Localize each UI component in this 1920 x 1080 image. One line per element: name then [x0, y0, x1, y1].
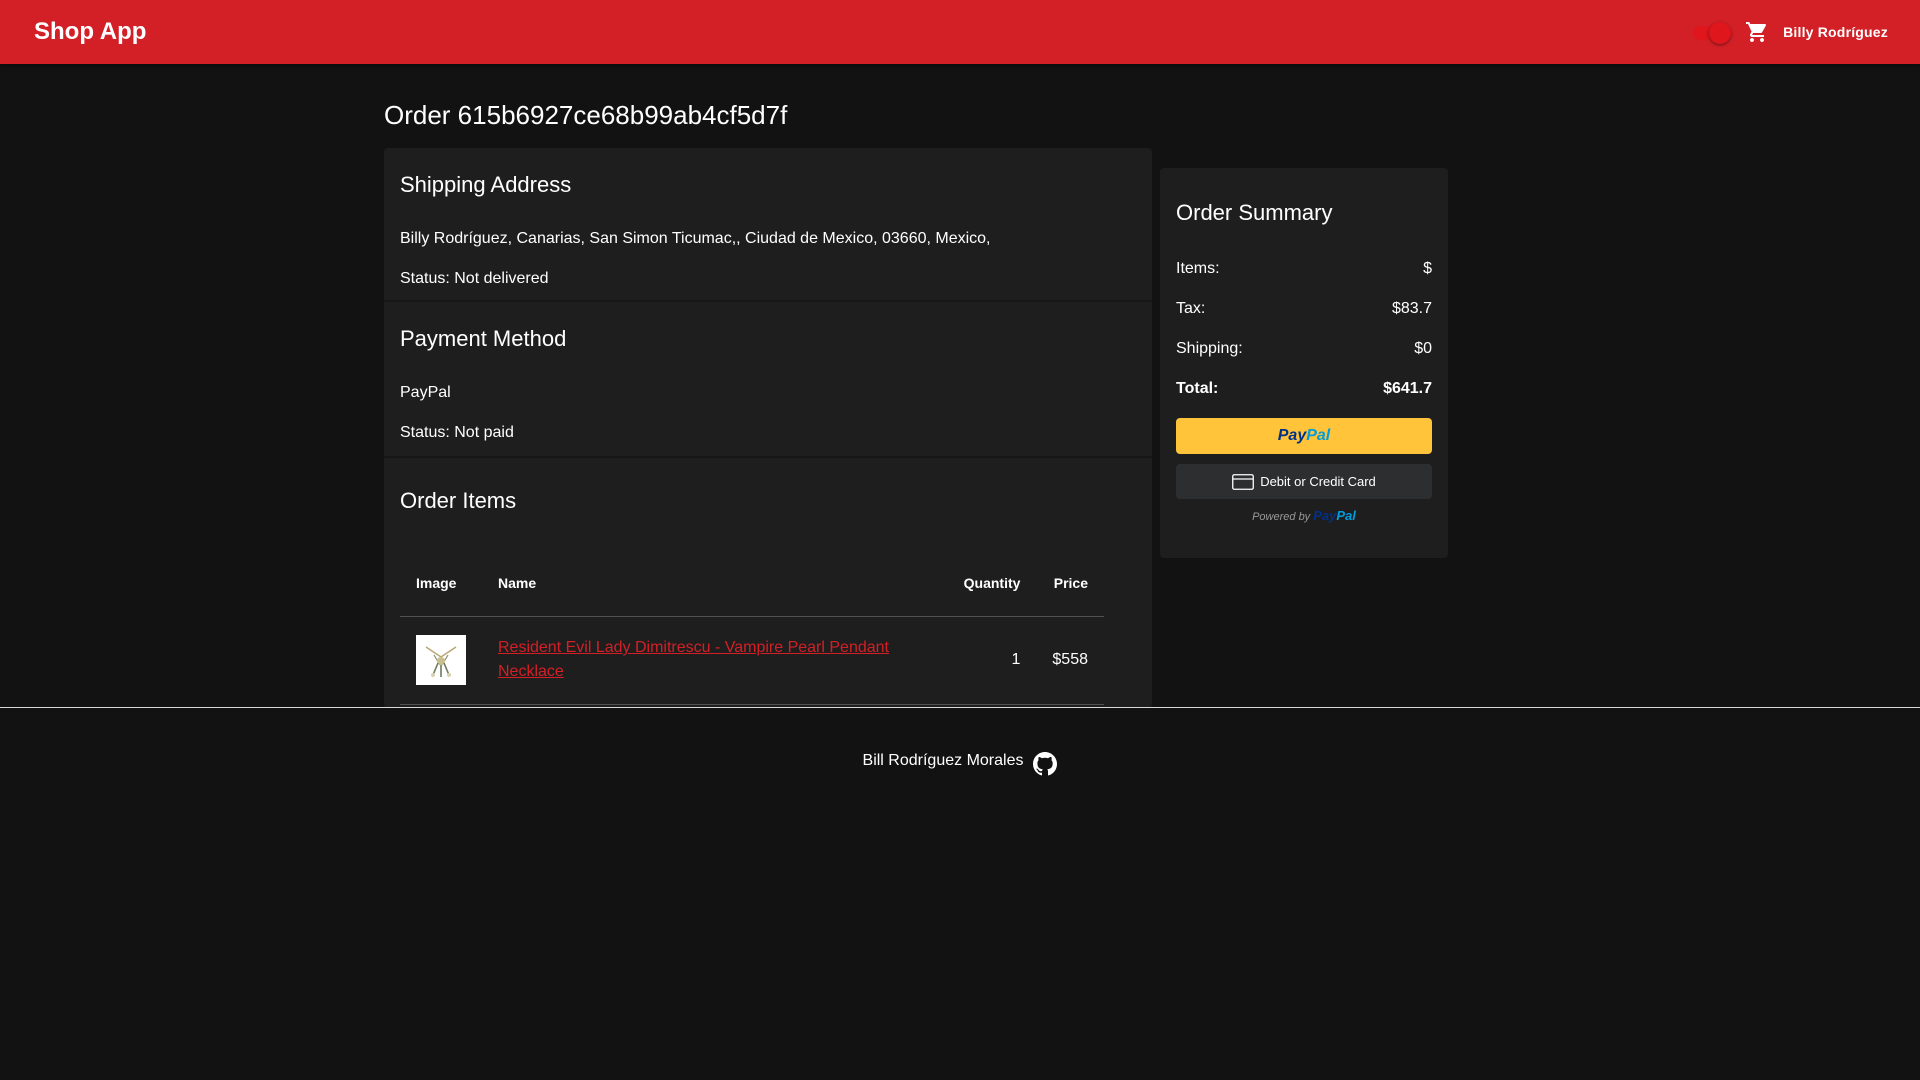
summary-shipping-row: Shipping: $0 — [1176, 340, 1432, 358]
page-title: Order 615b6927ce68b99ab4cf5d7f — [384, 100, 788, 130]
shipping-section: Shipping Address Billy Rodríguez, Canari… — [400, 172, 1136, 288]
powered-logo-pay: Pay — [1313, 508, 1337, 523]
item-quantity: 1 — [947, 616, 1037, 705]
powered-by-label: Powered by — [1252, 511, 1311, 523]
footer-divider — [0, 707, 1920, 708]
user-menu-button[interactable]: Billy Rodríguez — [1783, 24, 1888, 40]
summary-items-row: Items: $ — [1176, 260, 1432, 278]
necklace-image[interactable] — [416, 635, 466, 685]
shipping-heading: Shipping Address — [400, 172, 572, 197]
theme-toggle[interactable] — [1691, 21, 1732, 44]
summary-total-row: Total: $641.7 — [1176, 380, 1432, 398]
summary-items-value: $ — [1423, 260, 1432, 277]
summary-tax-row: Tax: $83.7 — [1176, 300, 1432, 318]
summary-total-value: $641.7 — [1383, 380, 1432, 397]
footer: Bill Rodríguez Morales — [0, 746, 1920, 776]
item-image-cell — [400, 616, 482, 705]
summary-total-label: Total: — [1176, 380, 1219, 397]
debit-credit-card-button[interactable]: Debit or Credit Card — [1176, 464, 1432, 499]
order-items-table: Image Name Quantity Price Resident Evil … — [400, 550, 1104, 705]
summary-tax-label: Tax: — [1176, 300, 1206, 317]
paypal-logo-pay: Pay — [1277, 427, 1307, 444]
summary-tax-value: $83.7 — [1391, 300, 1432, 317]
items-section: Order Items — [400, 488, 1136, 514]
table-header-row: Image Name Quantity Price — [400, 550, 1104, 617]
summary-heading: Order Summary — [1176, 200, 1333, 225]
product-link[interactable]: Resident Evil Lady Dimitrescu - Vampire … — [498, 639, 889, 680]
card-button-label: Debit or Credit Card — [1260, 474, 1376, 489]
footer-author: Bill Rodríguez Morales — [862, 752, 1024, 769]
payment-heading: Payment Method — [400, 326, 567, 351]
summary-items-label: Items: — [1176, 260, 1220, 277]
app-bar: Shop App Billy Rodríguez — [0, 0, 1920, 64]
credit-card-icon — [1232, 473, 1255, 490]
shipping-address: Billy Rodríguez, Canarias, San Simon Tic… — [400, 230, 991, 247]
powered-by-paypal: Powered by PayPal — [1176, 508, 1432, 523]
app-bar-actions: Billy Rodríguez — [1691, 20, 1888, 44]
cart-icon[interactable] — [1745, 20, 1769, 44]
table-row: Resident Evil Lady Dimitrescu - Vampire … — [400, 616, 1104, 705]
payment-section: Payment Method PayPal Status: Not paid — [400, 326, 1136, 442]
order-summary-card: Order Summary Items: $ Tax: $83.7 Shippi… — [1160, 168, 1448, 558]
payment-status: Status: Not paid — [400, 424, 514, 441]
paypal-button[interactable]: Pay Pal — [1176, 418, 1432, 454]
column-header-price: Price — [1036, 550, 1104, 617]
github-icon[interactable] — [1033, 752, 1058, 776]
section-divider — [384, 456, 1152, 458]
payment-method: PayPal — [400, 384, 451, 401]
item-name-cell: Resident Evil Lady Dimitrescu - Vampire … — [482, 616, 948, 705]
items-heading: Order Items — [400, 488, 517, 513]
section-divider — [384, 300, 1152, 302]
paypal-logo-pal: Pal — [1306, 427, 1331, 444]
column-header-image: Image — [400, 550, 482, 617]
order-details-card: Shipping Address Billy Rodríguez, Canari… — [384, 148, 1152, 708]
column-header-quantity: Quantity — [947, 550, 1037, 617]
column-header-name: Name — [482, 550, 948, 617]
summary-shipping-value: $0 — [1414, 340, 1432, 357]
delivery-status: Status: Not delivered — [400, 270, 549, 287]
powered-logo-pal: Pal — [1336, 508, 1356, 523]
brand-link[interactable]: Shop App — [34, 18, 146, 46]
summary-shipping-label: Shipping: — [1176, 340, 1243, 357]
item-price: $558 — [1036, 616, 1104, 705]
toggle-thumb — [1709, 22, 1732, 44]
